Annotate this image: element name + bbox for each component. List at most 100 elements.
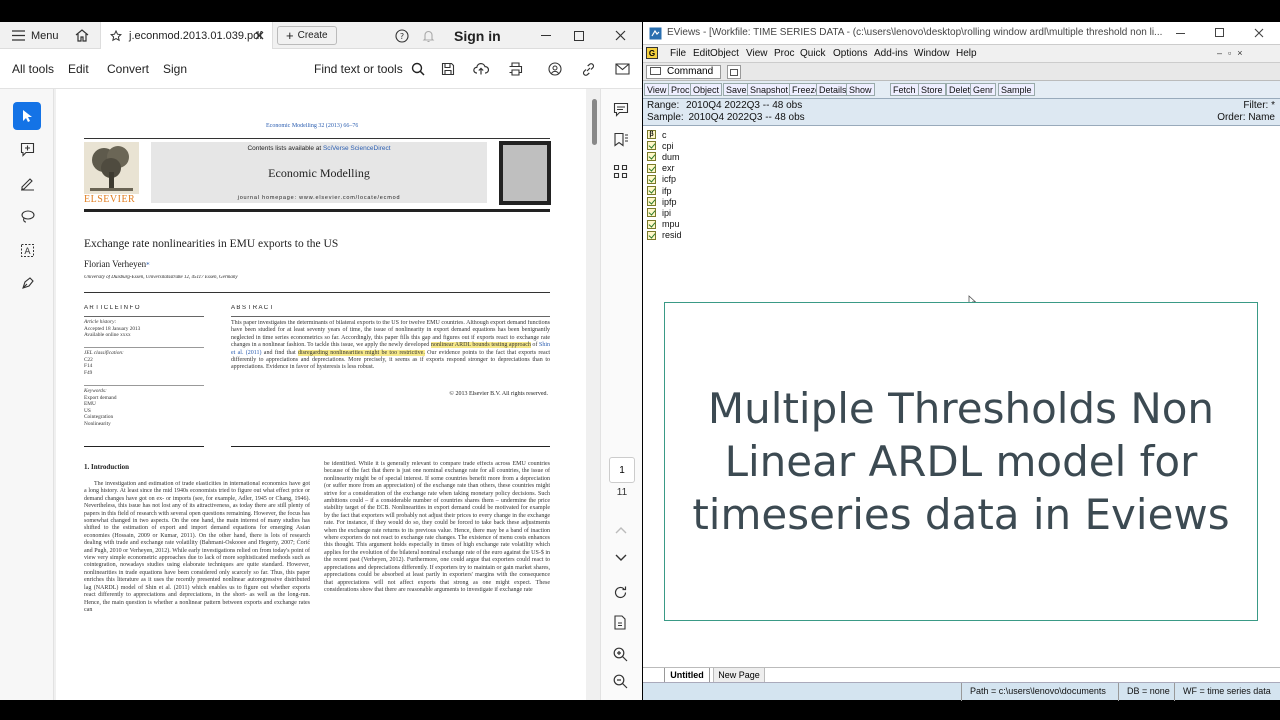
draw-tool-button[interactable] (13, 202, 41, 230)
share-user-button[interactable] (543, 49, 567, 89)
find-text-button[interactable]: Find text or tools (314, 49, 425, 89)
copyright-line: © 2013 Elsevier B.V. All rights reserved… (449, 391, 548, 397)
journal-reference[interactable]: Economic Modelling 32 (2013) 66–76 (266, 123, 358, 129)
previous-page-button[interactable] (615, 521, 627, 539)
sign-button[interactable]: Sign (163, 49, 187, 89)
eviews-close-button[interactable] (1254, 28, 1264, 38)
workfile-object-c[interactable]: βc (647, 129, 667, 140)
coefficient-vector-icon: β (647, 130, 656, 139)
current-page-input[interactable]: 1 (609, 457, 635, 483)
filter-value[interactable]: Filter: * (1243, 100, 1275, 111)
pen-nib-icon (21, 276, 34, 289)
workfile-object-ipfp[interactable]: ipfp (647, 196, 677, 207)
zoom-in-button[interactable] (613, 647, 628, 667)
journal-banner: Contents lists available at SciVerse Sci… (151, 142, 487, 203)
minimize-button[interactable] (541, 22, 551, 49)
menu-window[interactable]: Window (914, 45, 950, 62)
convert-button[interactable]: Convert (107, 49, 149, 89)
range-row[interactable]: Range: 2010Q4 2022Q3 -- 48 obs (647, 100, 802, 111)
comments-panel-button[interactable] (613, 102, 629, 122)
workfile-fetch-button[interactable]: Fetch (890, 83, 919, 96)
next-page-button[interactable] (615, 549, 627, 567)
user-add-icon (547, 61, 562, 76)
menu-object[interactable]: Object (710, 45, 739, 62)
upload-button[interactable] (469, 49, 493, 89)
terminal-icon (650, 67, 661, 75)
save-button[interactable] (436, 49, 460, 89)
window-close-button[interactable] (615, 22, 626, 49)
series-icon (647, 208, 656, 218)
child-window-controls[interactable]: –▫× (1217, 48, 1248, 58)
sciencedirect-link[interactable]: SciVerse ScienceDirect (323, 145, 391, 152)
home-button[interactable] (75, 22, 89, 49)
workfile-object-exr[interactable]: exr (647, 163, 675, 174)
capture-tab[interactable] (727, 65, 741, 79)
workfile-object-button[interactable]: Object (690, 83, 723, 96)
workfile-object-cpi[interactable]: cpi (647, 140, 674, 151)
zoom-out-button[interactable] (613, 674, 628, 694)
menu-edit[interactable]: Edit (693, 45, 710, 62)
eviews-maximize-button[interactable] (1215, 28, 1224, 37)
total-pages: 11 (616, 487, 628, 498)
workfile-object-icfp[interactable]: icfp (647, 174, 676, 185)
create-button[interactable]: + Create (277, 26, 337, 45)
highlight-tool-button[interactable] (13, 169, 41, 197)
menu-add-ins[interactable]: Add-ins (874, 45, 908, 62)
workfile-proc-button[interactable]: Proc (668, 83, 693, 96)
sample-row[interactable]: Sample: 2010Q4 2022Q3 -- 48 obs (647, 112, 805, 123)
workfile-snapshot-button[interactable]: Snapshot (747, 83, 792, 96)
all-tools-button[interactable]: All tools (12, 49, 54, 89)
bookmarks-panel-button[interactable] (613, 132, 629, 152)
print-button[interactable] (503, 49, 527, 89)
rotate-icon (614, 586, 627, 599)
menu-file[interactable]: File (670, 45, 686, 62)
workfile-object-ifp[interactable]: ifp (647, 185, 672, 196)
menu-button[interactable]: Menu (12, 22, 59, 49)
sign-tool-button[interactable] (13, 269, 41, 297)
page-tab-untitled[interactable]: Untitled (664, 668, 710, 683)
add-comment-button[interactable] (13, 135, 41, 163)
vertical-scrollbar[interactable] (592, 99, 597, 145)
eviews-minimize-button[interactable] (1176, 33, 1185, 34)
menu-help[interactable]: Help (956, 45, 977, 62)
workfile-info: Range: 2010Q4 2022Q3 -- 48 obs Sample: 2… (643, 99, 1280, 125)
author-footnote-mark[interactable]: ⁎ (146, 259, 150, 267)
page-tab-new-page[interactable]: New Page (713, 668, 765, 683)
email-button[interactable] (610, 49, 634, 89)
comment-icon (613, 102, 629, 117)
edit-button[interactable]: Edit (68, 49, 89, 89)
sign-in-button[interactable]: Sign in (454, 22, 501, 49)
workfile-sample-button[interactable]: Sample (998, 83, 1035, 96)
tab-close-button[interactable] (255, 22, 264, 49)
workfile-object-ipi[interactable]: ipi (647, 207, 671, 218)
workfile-object-mpu[interactable]: mpu (647, 219, 680, 230)
text-box-tool-button[interactable]: A (13, 236, 41, 264)
tab-star-button[interactable] (110, 22, 122, 49)
workfile-store-button[interactable]: Store (918, 83, 946, 96)
workfile-object-resid[interactable]: resid (647, 230, 682, 241)
jel-line: C22 (84, 356, 93, 363)
link-button[interactable] (576, 49, 600, 89)
menu-options[interactable]: Options (833, 45, 867, 62)
maximize-button[interactable] (574, 22, 584, 49)
workfile-view-button[interactable]: View (644, 83, 670, 96)
select-tool-button[interactable] (13, 102, 41, 130)
notifications-button[interactable] (422, 22, 435, 49)
help-button[interactable]: ? (395, 22, 409, 49)
document-viewport[interactable]: Economic Modelling 32 (2013) 66–76 ELSEV… (54, 89, 600, 700)
history-line: Accepted 18 January 2013 (84, 325, 141, 332)
menu-view[interactable]: View (746, 45, 768, 62)
rotate-button[interactable] (613, 585, 628, 605)
workfile-save-button[interactable]: Save (723, 83, 750, 96)
tab-title[interactable]: j.econmod.2013.01.039.pdf (129, 22, 262, 49)
workfile-genr-button[interactable]: Genr (970, 83, 997, 96)
thumbnails-panel-button[interactable] (613, 164, 628, 184)
workfile-icon[interactable]: G (646, 47, 658, 59)
page-properties-button[interactable] (613, 615, 628, 636)
workfile-object-dum[interactable]: dum (647, 151, 680, 162)
command-tab[interactable]: Command (646, 65, 721, 79)
menu-quick[interactable]: Quick (800, 45, 826, 62)
workfile-show-button[interactable]: Show (846, 83, 875, 96)
menu-proc[interactable]: Proc (774, 45, 795, 62)
order-value[interactable]: Order: Name (1217, 112, 1275, 123)
